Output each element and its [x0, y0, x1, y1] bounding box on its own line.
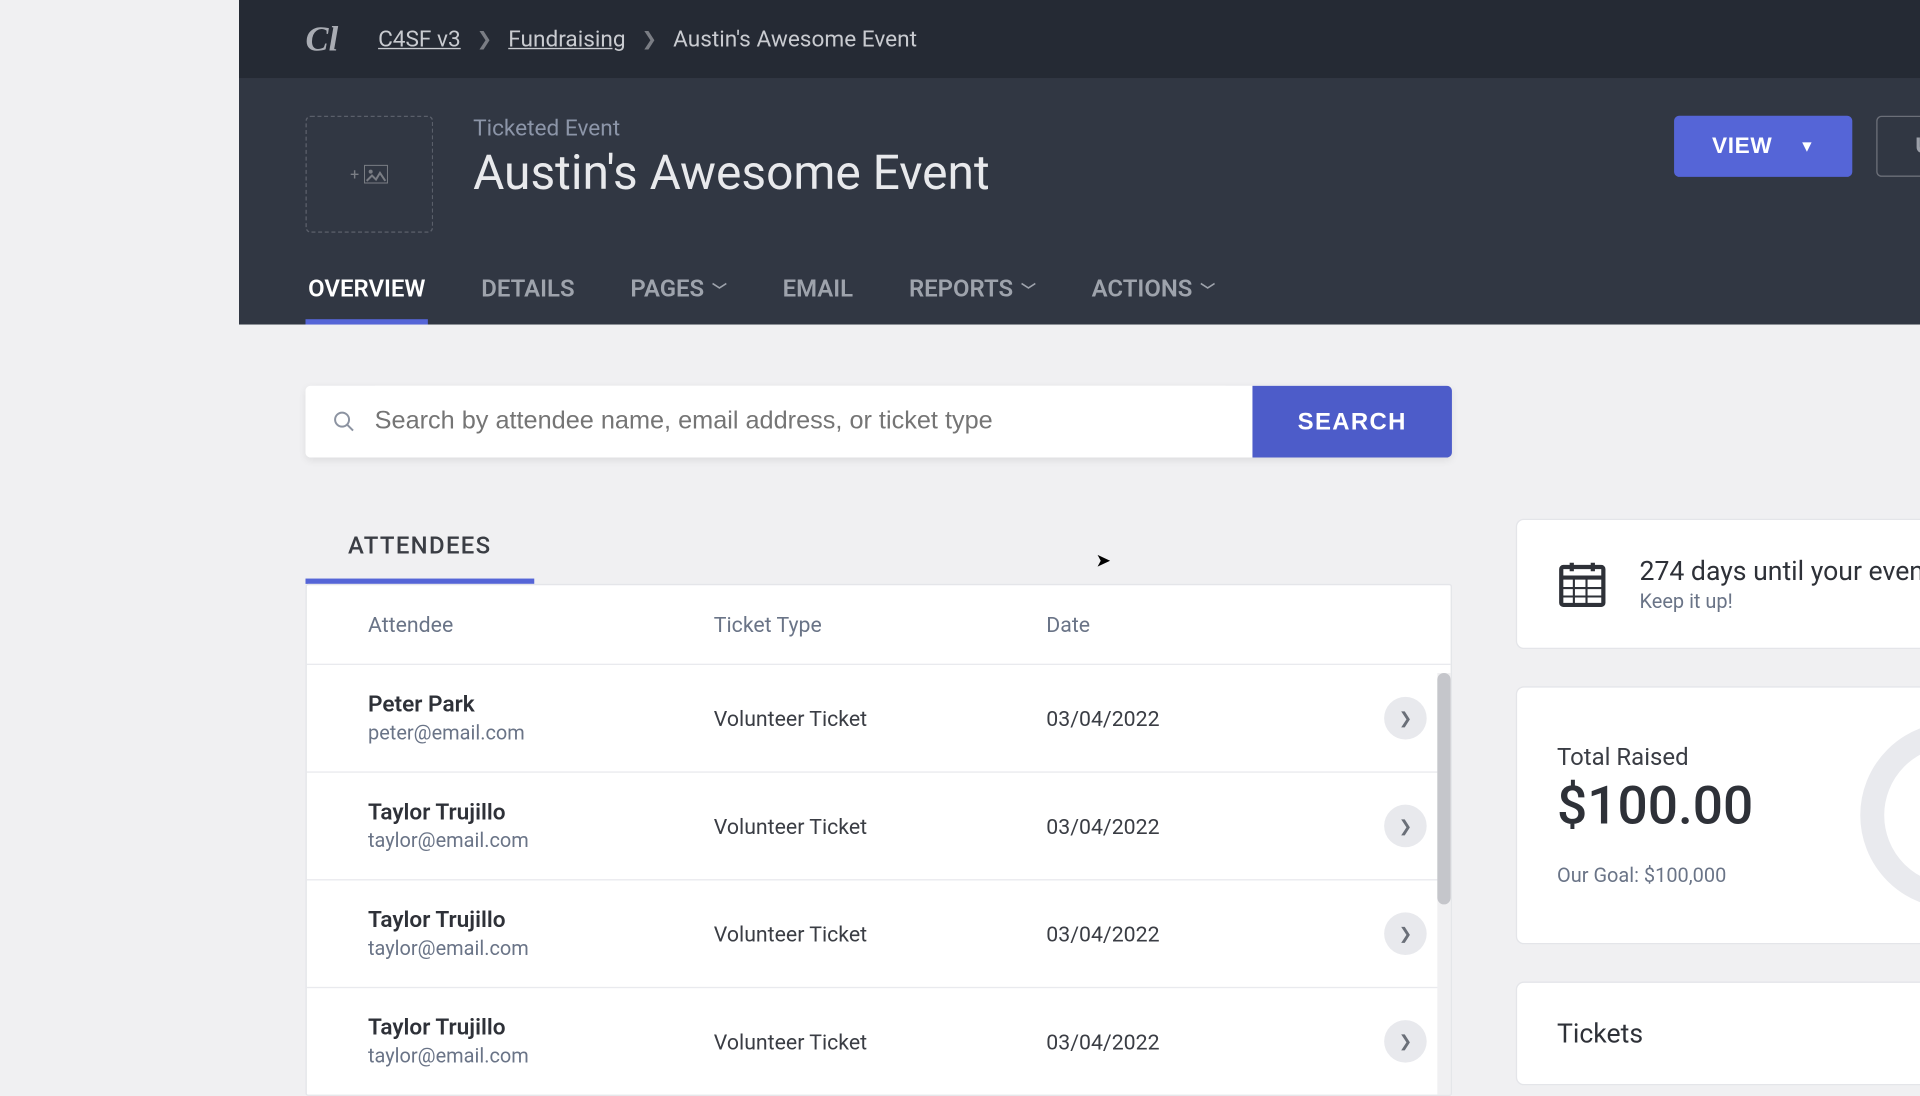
add-image-placeholder[interactable]: +	[305, 116, 433, 233]
search-input[interactable]	[374, 386, 1225, 458]
attendees-tab[interactable]: ATTENDEES	[305, 513, 534, 583]
col-ticket-type: Ticket Type	[713, 612, 1046, 637]
calendar-icon	[1557, 559, 1608, 610]
scrollbar[interactable]	[1437, 673, 1450, 1095]
tickets-card: Tickets	[1515, 982, 1920, 1086]
countdown-card: 274 days until your event Keep it up!	[1515, 519, 1920, 649]
page-header: + Ticketed Event Austin's Awesome Event …	[239, 78, 1920, 324]
topbar: Cl C4SF v3 ❯ Fundraising ❯ Austin's Awes…	[239, 0, 1920, 78]
breadcrumb: C4SF v3 ❯ Fundraising ❯ Austin's Awesome…	[378, 26, 917, 53]
app-logo[interactable]: Cl	[305, 19, 338, 59]
tab-pages[interactable]: PAGES ﹀	[627, 275, 729, 324]
image-icon	[364, 165, 388, 184]
search-button[interactable]: SEARCH	[1252, 386, 1452, 458]
progress-donut	[1860, 722, 1920, 908]
attendee-email: peter@email.com	[368, 721, 714, 745]
chevron-down-icon: ﹀	[1200, 279, 1215, 300]
chevron-down-icon: ﹀	[712, 279, 727, 300]
ticket-type-value: Volunteer Ticket	[713, 813, 1046, 838]
event-type-label: Ticketed Event	[473, 116, 990, 143]
attendee-name: Peter Park	[368, 692, 714, 719]
col-date: Date	[1046, 612, 1347, 637]
tickets-title: Tickets	[1557, 1017, 1920, 1049]
goal-label: Our Goal: $100,000	[1557, 863, 1753, 887]
tab-bar: OVERVIEW DETAILS PAGES ﹀ EMAIL REPORTS ﹀…	[305, 275, 1920, 324]
table-row[interactable]: Taylor Trujillo taylor@email.com Volunte…	[306, 987, 1450, 1095]
date-value: 03/04/2022	[1046, 706, 1347, 731]
breadcrumb-mid-link[interactable]: Fundraising	[508, 26, 625, 53]
total-raised-card: Total Raised $100.00 Our Goal: $100,000	[1515, 686, 1920, 944]
view-button-label: VIEW	[1711, 133, 1771, 160]
attendees-table: Attendee Ticket Type Date Peter Park pet…	[305, 584, 1451, 1096]
total-raised-amount: $100.00	[1557, 774, 1753, 837]
chevron-down-icon: ﹀	[1021, 279, 1036, 300]
table-row[interactable]: Peter Park peter@email.com Volunteer Tic…	[306, 664, 1450, 772]
col-attendee: Attendee	[368, 612, 714, 637]
chevron-right-icon[interactable]: ❯	[1384, 912, 1427, 955]
date-value: 03/04/2022	[1046, 813, 1347, 838]
countdown-sub: Keep it up!	[1639, 589, 1920, 613]
chevron-right-icon: ❯	[476, 29, 492, 50]
page-title: Austin's Awesome Event	[473, 145, 990, 201]
plus-icon: +	[350, 165, 359, 184]
chevron-right-icon: ❯	[641, 29, 657, 50]
table-row[interactable]: Taylor Trujillo taylor@email.com Volunte…	[306, 771, 1450, 879]
attendee-name: Taylor Trujillo	[368, 799, 714, 826]
table-row[interactable]: Taylor Trujillo taylor@email.com Volunte…	[306, 879, 1450, 987]
tab-email[interactable]: EMAIL	[779, 275, 855, 324]
breadcrumb-root-link[interactable]: C4SF v3	[378, 26, 461, 53]
search-bar: SEARCH	[305, 386, 1451, 458]
attendee-email: taylor@email.com	[368, 1044, 714, 1068]
countdown-title: 274 days until your event	[1639, 555, 1920, 587]
breadcrumb-current: Austin's Awesome Event	[673, 26, 917, 53]
total-raised-label: Total Raised	[1557, 743, 1753, 771]
date-value: 03/04/2022	[1046, 921, 1347, 946]
table-header: Attendee Ticket Type Date	[306, 585, 1450, 663]
date-value: 03/04/2022	[1046, 1029, 1347, 1054]
attendee-name: Taylor Trujillo	[368, 907, 714, 934]
attendee-email: taylor@email.com	[368, 829, 714, 853]
tab-actions[interactable]: ACTIONS ﹀	[1088, 275, 1217, 324]
tab-reports[interactable]: REPORTS ﹀	[906, 275, 1038, 324]
attendee-email: taylor@email.com	[368, 936, 714, 960]
chevron-right-icon[interactable]: ❯	[1384, 697, 1427, 740]
ticket-type-value: Volunteer Ticket	[713, 921, 1046, 946]
chevron-right-icon[interactable]: ❯	[1384, 1020, 1427, 1063]
unpublish-button[interactable]: UNPUBLISH	[1876, 116, 1920, 177]
tab-details[interactable]: DETAILS	[478, 275, 577, 324]
tab-overview[interactable]: OVERVIEW	[305, 275, 428, 324]
attendee-name: Taylor Trujillo	[368, 1015, 714, 1042]
caret-down-icon: ▼	[1799, 137, 1815, 156]
view-button[interactable]: VIEW ▼	[1674, 116, 1852, 177]
ticket-type-value: Volunteer Ticket	[713, 706, 1046, 731]
chevron-right-icon[interactable]: ❯	[1384, 805, 1427, 848]
search-icon	[332, 410, 356, 434]
ticket-type-value: Volunteer Ticket	[713, 1029, 1046, 1054]
